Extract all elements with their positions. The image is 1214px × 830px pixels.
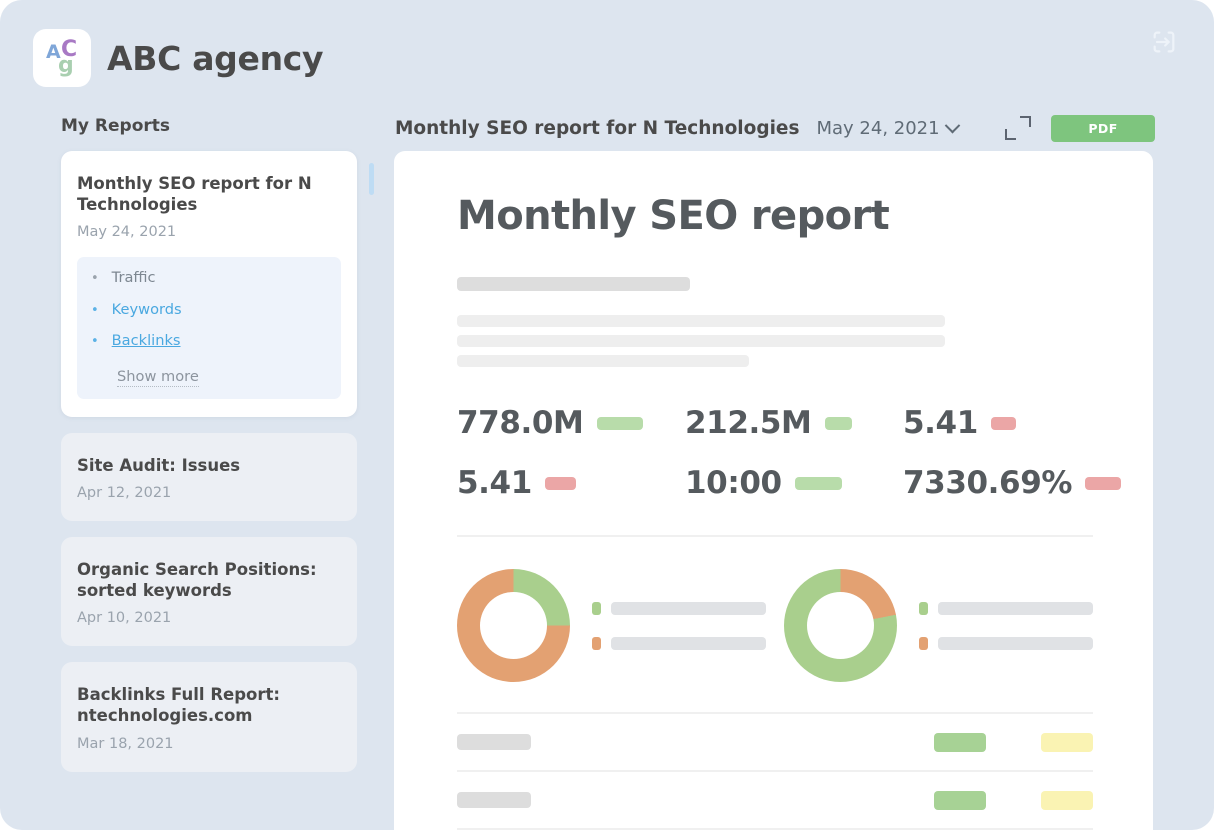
chevron-down-icon [944, 117, 960, 133]
legend-item [919, 602, 1093, 615]
metric-trend-bar-down [545, 477, 576, 490]
abc-logo-icon: A C g [33, 29, 91, 87]
placeholder-line [457, 355, 749, 367]
donut-chart [784, 569, 897, 682]
metric-value: 778.0M [457, 405, 584, 441]
app-window: A C g ABC agency My Reports Monthly SEO … [0, 0, 1214, 830]
report-card-title: Backlinks Full Report: ntechnologies.com [77, 684, 341, 726]
placeholder-subtitle [457, 277, 690, 291]
sidebar-heading: My Reports [61, 116, 170, 136]
svg-text:g: g [58, 53, 74, 78]
report-sections-list: • Traffic • Keywords • Backlinks Show mo… [77, 257, 341, 399]
report-card-date: May 24, 2021 [77, 224, 341, 240]
legend-item [592, 637, 766, 650]
brand-title: ABC agency [107, 39, 323, 78]
show-more-link[interactable]: Show more [117, 368, 199, 387]
report-card-title: Organic Search Positions: sorted keyword… [77, 559, 341, 601]
app-logo: A C g [33, 29, 91, 87]
status-badge-green [934, 733, 986, 752]
legend-swatch-orange [919, 637, 928, 650]
report-card-date: Apr 12, 2021 [77, 485, 341, 501]
report-section-traffic[interactable]: • Traffic [91, 271, 327, 286]
placeholder-line [457, 335, 945, 347]
legend-item [919, 637, 1093, 650]
metric-trend-bar-down [991, 417, 1016, 430]
report-section-backlinks[interactable]: • Backlinks [91, 334, 327, 349]
expand-icon[interactable] [1005, 116, 1031, 140]
report-card[interactable]: Site Audit: Issues Apr 12, 2021 [61, 433, 357, 521]
status-badge-yellow [1041, 791, 1093, 810]
placeholder-legend-label [611, 602, 766, 615]
metric-item: 212.5M [685, 405, 903, 441]
report-card[interactable]: Organic Search Positions: sorted keyword… [61, 537, 357, 646]
metric-item: 10:00 [685, 465, 903, 501]
metric-trend-bar-down [1085, 477, 1121, 490]
report-card-date: Apr 10, 2021 [77, 610, 341, 626]
bullet-icon: • [91, 272, 99, 285]
report-date-label: May 24, 2021 [816, 118, 939, 139]
report-card-title: Site Audit: Issues [77, 455, 341, 476]
report-card[interactable]: Backlinks Full Report: ntechnologies.com… [61, 662, 357, 771]
legend-swatch-green [919, 602, 928, 615]
metric-item: 5.41 [457, 465, 685, 501]
header-actions: PDF [1005, 115, 1155, 142]
report-card-active[interactable]: Monthly SEO report for N Technologies Ma… [61, 151, 357, 417]
metrics-grid: 778.0M 212.5M 5.41 5.41 10:00 [457, 405, 1093, 501]
legend-swatch-green [592, 602, 601, 615]
report-section-label: Keywords [112, 303, 182, 318]
placeholder-legend-label [611, 637, 766, 650]
status-badge-yellow [1041, 733, 1093, 752]
placeholder-cell [457, 792, 531, 808]
metric-value: 5.41 [457, 465, 532, 501]
status-badge-green [934, 791, 986, 810]
report-section-keywords[interactable]: • Keywords [91, 303, 327, 318]
expand-corner-bottom-left [1005, 129, 1016, 140]
legend-item [592, 602, 766, 615]
sidebar-scrollbar[interactable] [369, 163, 374, 195]
donut-legend [919, 602, 1093, 650]
donut-charts-row [457, 537, 1093, 712]
bullet-icon: • [91, 335, 99, 348]
report-header-title: Monthly SEO report for N Technologies [395, 118, 799, 139]
placeholder-legend-label [938, 637, 1093, 650]
donut-chart-1 [457, 569, 766, 682]
metric-trend-bar-up [597, 417, 643, 430]
placeholder-cell [457, 734, 531, 750]
metric-value: 10:00 [685, 465, 782, 501]
metric-value: 212.5M [685, 405, 812, 441]
logout-icon[interactable] [1148, 26, 1180, 58]
donut-legend [592, 602, 766, 650]
report-section-label: Traffic [112, 271, 156, 286]
brand[interactable]: A C g ABC agency [33, 29, 323, 87]
metric-item: 7330.69% [903, 465, 1121, 501]
legend-swatch-orange [592, 637, 601, 650]
placeholder-line [457, 315, 945, 327]
report-preview-panel: Monthly SEO report 778.0M 212.5M 5.41 [394, 151, 1153, 830]
donut-chart [457, 569, 570, 682]
top-bar: A C g ABC agency [0, 0, 1214, 100]
metric-value: 7330.69% [903, 465, 1072, 501]
reports-sidebar: Monthly SEO report for N Technologies Ma… [61, 151, 359, 830]
expand-corner-top-right [1020, 116, 1031, 127]
report-header-bar: Monthly SEO report for N Technologies Ma… [395, 113, 1155, 143]
report-title: Monthly SEO report [457, 193, 1093, 239]
metric-item: 778.0M [457, 405, 685, 441]
metric-value: 5.41 [903, 405, 978, 441]
metric-trend-bar-up [795, 477, 842, 490]
table-row [457, 714, 1093, 772]
logout-glyph [1150, 28, 1178, 56]
donut-chart-2 [784, 569, 1093, 682]
export-pdf-button[interactable]: PDF [1051, 115, 1155, 142]
bullet-icon: • [91, 304, 99, 317]
report-card-date: Mar 18, 2021 [77, 736, 341, 752]
metric-trend-bar-up [825, 417, 852, 430]
report-section-label: Backlinks [112, 334, 181, 349]
metric-item: 5.41 [903, 405, 1121, 441]
table-row [457, 772, 1093, 830]
placeholder-legend-label [938, 602, 1093, 615]
report-date-dropdown[interactable]: May 24, 2021 [816, 118, 957, 139]
report-card-title: Monthly SEO report for N Technologies [77, 173, 341, 215]
